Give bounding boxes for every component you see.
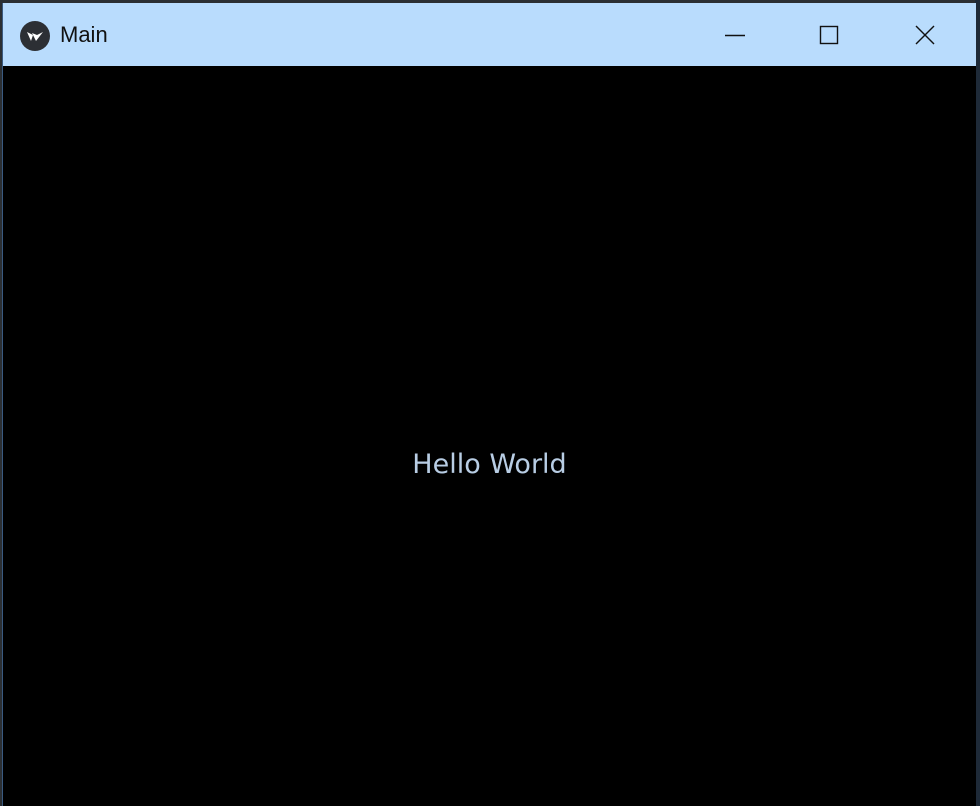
- maximize-button[interactable]: [781, 3, 877, 66]
- title-bar[interactable]: Main: [3, 3, 976, 66]
- app-window: Main Hello World: [2, 3, 976, 806]
- minimize-icon: [725, 34, 745, 36]
- minimize-button[interactable]: [687, 3, 783, 66]
- app-content: Hello World: [3, 66, 976, 806]
- close-icon: [915, 25, 935, 44]
- close-button[interactable]: [877, 3, 973, 66]
- hello-label: Hello World: [412, 449, 567, 480]
- window-title: Main: [60, 22, 108, 47]
- kivy-logo-icon: [20, 21, 50, 51]
- maximize-icon: [819, 25, 839, 44]
